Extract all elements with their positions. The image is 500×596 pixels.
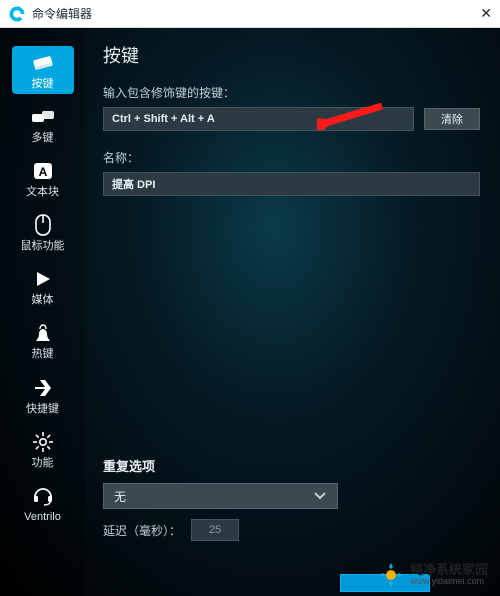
keystroke-input[interactable] [103,107,414,131]
page-title: 按键 [103,42,480,68]
textblock-icon: A [30,160,56,182]
repeat-select-value: 无 [114,488,126,505]
sidebar-item-ventrilo[interactable]: Ventrilo [12,479,74,527]
svg-text:A: A [38,165,47,179]
multikey-icon [30,106,56,128]
sidebar-item-media[interactable]: 媒体 [12,262,74,310]
chevron-down-icon [313,491,327,501]
sidebar-item-label: 按键 [32,78,54,90]
repeat-select[interactable]: 无 [103,483,338,509]
sidebar-item-label: 媒体 [32,294,54,306]
sidebar-item-keystroke[interactable]: 按键 [12,46,74,94]
hotkeys-icon [30,322,56,344]
headset-icon [30,485,56,507]
name-input[interactable] [103,172,480,196]
sidebar-item-textblock[interactable]: A 文本块 [12,154,74,202]
name-label: 名称： [103,149,480,166]
gear-icon [30,431,56,453]
sidebar-item-shortcut[interactable]: 快捷键 [12,371,74,419]
close-icon[interactable]: ✕ [480,5,492,22]
sidebar-item-label: 热键 [32,348,54,360]
logitech-logo-icon [8,5,26,23]
content-area: 按键 多键 A 文本块 鼠标功能 [0,28,500,596]
sidebar-item-label: 快捷键 [26,403,59,415]
main-panel: 按键 输入包含修饰键的按键： 清除 名称： 重复选项 无 [85,28,500,596]
mouse-icon [30,214,56,236]
app-window: 命令编辑器 ✕ 按键 多键 A 文本块 [0,0,500,596]
footer-primary-button[interactable] [340,574,430,592]
keystroke-icon [30,52,56,74]
sidebar-item-function[interactable]: 功能 [12,425,74,473]
keystroke-label: 输入包含修饰键的按键： [103,84,480,101]
delay-input[interactable] [191,519,239,541]
delay-label: 延迟（毫秒）： [103,522,181,539]
sidebar-item-label: 多键 [32,132,54,144]
sidebar-item-mouse[interactable]: 鼠标功能 [12,208,74,256]
sidebar-item-label: 鼠标功能 [21,240,65,252]
sidebar-item-multikey[interactable]: 多键 [12,100,74,148]
sidebar-item-label: 功能 [32,457,54,469]
sidebar: 按键 多键 A 文本块 鼠标功能 [0,28,85,596]
shortcut-icon [30,377,56,399]
media-icon [30,268,56,290]
sidebar-item-label: 文本块 [26,186,59,198]
clear-button[interactable]: 清除 [424,108,480,130]
window-title: 命令编辑器 [32,5,92,22]
titlebar: 命令编辑器 ✕ [0,0,500,28]
repeat-section-title: 重复选项 [103,456,480,475]
sidebar-item-hotkeys[interactable]: 热键 [12,316,74,364]
sidebar-item-label: Ventrilo [24,511,61,523]
